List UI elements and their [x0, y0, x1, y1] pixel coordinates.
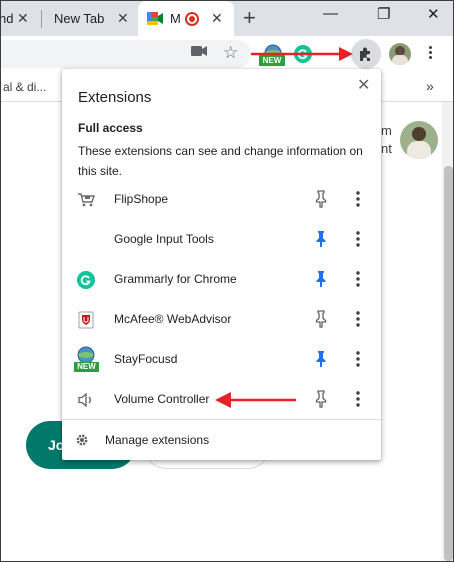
restore-button[interactable]: ❐	[377, 5, 390, 23]
more-options-icon[interactable]	[355, 390, 361, 408]
grammarly-icon[interactable]	[294, 45, 312, 63]
star-icon[interactable]: ☆	[223, 43, 238, 63]
background-text: m	[381, 123, 392, 138]
tab-3-active[interactable]: M ✕	[138, 1, 234, 36]
browser-toolbar: ☆	[1, 36, 453, 72]
extension-name: Grammarly for Chrome	[114, 272, 237, 286]
gear-icon	[76, 434, 88, 446]
extension-row-google-input-tools[interactable]: Google Input Tools	[62, 219, 381, 259]
extension-row-stayfocusd[interactable]: NEW StayFocusd	[62, 339, 381, 379]
new-badge: NEW	[74, 362, 99, 372]
pin-icon[interactable]	[315, 270, 327, 288]
more-options-icon[interactable]	[355, 190, 361, 208]
meet-icon	[147, 12, 163, 25]
tab-2[interactable]: New Tab ✕	[42, 1, 138, 36]
extensions-popup: Extensions ✕ Full access These extension…	[62, 69, 381, 460]
tab-1-label: nd	[0, 11, 14, 26]
extension-name: StayFocusd	[114, 352, 178, 366]
extension-row-mcafee[interactable]: McAfee® WebAdvisor	[62, 299, 381, 339]
bookmark-item[interactable]: al & di...	[3, 80, 46, 94]
tab-2-label: New Tab	[54, 11, 105, 26]
bookmarks-overflow-icon[interactable]: »	[426, 78, 434, 94]
extension-row-grammarly[interactable]: Grammarly for Chrome	[62, 259, 381, 299]
pin-icon[interactable]	[315, 390, 327, 408]
extension-row-flipshope[interactable]: FlipShope	[62, 179, 381, 219]
minimize-button[interactable]: —	[323, 5, 338, 22]
mcafee-icon	[76, 310, 96, 330]
section-title: Full access	[78, 121, 143, 135]
extension-row-volume-controller[interactable]: Volume Controller	[62, 379, 381, 419]
pin-icon[interactable]	[315, 350, 327, 368]
tab-3-close-icon[interactable]: ✕	[211, 10, 223, 27]
scrollbar-thumb[interactable]	[444, 166, 453, 561]
grammarly-icon	[77, 271, 95, 289]
menu-dots-icon[interactable]	[427, 46, 433, 59]
pin-icon[interactable]	[315, 230, 327, 248]
camera-icon[interactable]	[191, 45, 207, 57]
new-badge: NEW	[259, 55, 285, 66]
divider	[62, 419, 381, 420]
pin-icon[interactable]	[315, 310, 327, 328]
more-options-icon[interactable]	[355, 270, 361, 288]
manage-extensions-label: Manage extensions	[105, 433, 210, 447]
profile-avatar[interactable]	[389, 43, 411, 65]
pin-icon[interactable]	[315, 190, 327, 208]
more-options-icon[interactable]	[355, 230, 361, 248]
extension-name: Google Input Tools	[114, 232, 214, 246]
new-tab-button[interactable]: +	[243, 7, 256, 29]
tab-1-close-icon[interactable]: ✕	[17, 10, 29, 27]
extensions-puzzle-icon[interactable]	[358, 46, 374, 62]
extension-name: McAfee® WebAdvisor	[114, 312, 232, 326]
section-description: These extensions can see and change info…	[78, 144, 363, 178]
close-window-button[interactable]: ✕	[427, 5, 440, 23]
recording-icon	[185, 12, 199, 26]
more-options-icon[interactable]	[355, 310, 361, 328]
extension-name: FlipShope	[114, 192, 169, 206]
popup-title: Extensions	[78, 89, 152, 106]
background-text: nt	[381, 141, 392, 156]
address-bar[interactable]	[1, 40, 251, 68]
tab-1[interactable]: nd ✕	[1, 1, 39, 36]
manage-extensions-button[interactable]: Manage extensions	[62, 425, 381, 457]
extension-name: Volume Controller	[114, 392, 210, 406]
user-avatar	[400, 121, 438, 159]
extension-icon	[76, 230, 96, 250]
tab-3-label: M	[170, 11, 181, 26]
browser-window: nd ✕ New Tab ✕ M ✕ + — ❐ ✕ ☆ NEW al & di…	[0, 0, 454, 562]
tab-strip: nd ✕ New Tab ✕ M ✕ + — ❐ ✕	[1, 1, 453, 36]
more-options-icon[interactable]	[355, 350, 361, 368]
tab-2-close-icon[interactable]: ✕	[117, 10, 129, 27]
speaker-icon	[76, 390, 96, 410]
close-icon[interactable]: ✕	[357, 75, 370, 95]
cart-icon	[76, 190, 96, 210]
